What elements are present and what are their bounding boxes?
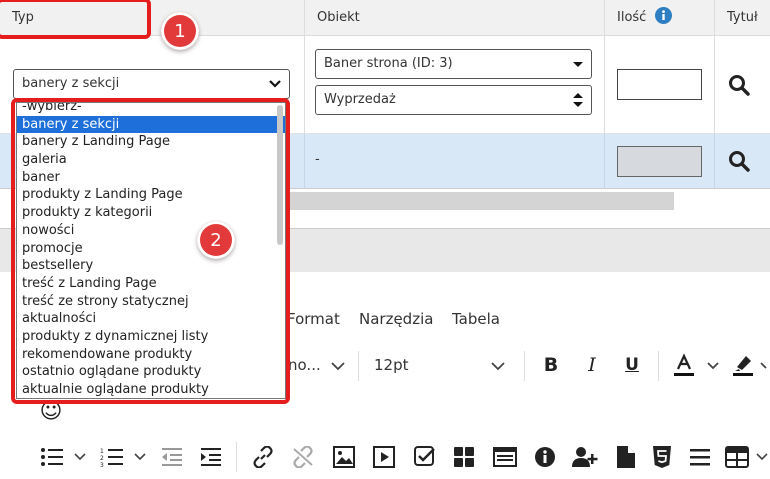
ilosc-input[interactable]: [617, 69, 702, 100]
html5-icon[interactable]: [652, 445, 672, 469]
add-user-icon[interactable]: [572, 446, 598, 468]
editor-toolbar-secondary: 1 2 3: [0, 434, 770, 479]
chevron-down-icon[interactable]: [755, 452, 769, 462]
menu-tabela[interactable]: Tabela: [452, 310, 500, 328]
info-icon[interactable]: [655, 7, 673, 24]
caret-down-icon: [573, 62, 583, 67]
link-icon[interactable]: [251, 446, 275, 468]
menu-format[interactable]: Format: [287, 310, 340, 328]
outdent-icon[interactable]: [160, 447, 184, 467]
search-icon[interactable]: [728, 150, 750, 172]
obiekt-sub-select[interactable]: Wyprzedaż: [315, 85, 592, 115]
typ-select-value: banery z sekcji: [22, 76, 120, 91]
menu-narzedzia[interactable]: Narzędzia: [359, 310, 433, 328]
ilosc-input-disabled: [617, 146, 702, 177]
media-icon[interactable]: [373, 446, 395, 468]
chevron-down-icon[interactable]: [133, 452, 147, 462]
image-icon[interactable]: [333, 446, 355, 468]
annotation-badge-1: 1: [161, 12, 199, 50]
underline-icon[interactable]: U: [620, 352, 644, 378]
bullet-list-icon[interactable]: [40, 447, 64, 467]
chevron-down-icon[interactable]: [73, 452, 87, 462]
obiekt-select-value: Baner strona (ID: 3): [324, 56, 453, 71]
info-circle-icon[interactable]: [534, 446, 556, 468]
indent-icon[interactable]: [199, 447, 223, 467]
chevron-down-icon[interactable]: [760, 360, 770, 372]
chevron-down-icon[interactable]: [490, 360, 506, 372]
italic-icon[interactable]: I: [580, 352, 604, 378]
font-family-select[interactable]: no...: [288, 356, 321, 374]
search-icon[interactable]: [728, 74, 750, 96]
annotation-box-2: [11, 98, 290, 404]
align-justify-icon[interactable]: [689, 447, 711, 467]
column-header-obiekt[interactable]: Obiekt: [304, 0, 604, 36]
document-icon[interactable]: [616, 445, 636, 469]
bold-icon[interactable]: B: [539, 352, 563, 378]
typ-select[interactable]: banery z sekcji: [13, 69, 290, 99]
svg-text:3: 3: [100, 462, 104, 467]
font-size-select[interactable]: 12pt: [374, 356, 409, 374]
unlink-icon[interactable]: [291, 446, 315, 468]
highlight-color-icon[interactable]: [731, 352, 755, 378]
svg-text:1: 1: [100, 448, 104, 455]
numbered-list-icon[interactable]: 1 2 3: [100, 447, 124, 467]
chevron-down-icon[interactable]: [706, 360, 720, 372]
column-header-ilosc-label: Ilość: [617, 10, 647, 25]
updown-caret-icon: [573, 93, 583, 107]
chevron-down-icon[interactable]: [330, 360, 346, 372]
annotation-box-1: [0, 0, 151, 39]
grid-icon[interactable]: [453, 446, 475, 468]
column-header-ilosc[interactable]: Ilość: [604, 0, 714, 36]
obiekt-sub-select-value: Wyprzedaż: [324, 92, 396, 107]
table-icon[interactable]: [725, 446, 749, 468]
svg-text:2: 2: [100, 455, 104, 462]
obiekt-select[interactable]: Baner strona (ID: 3): [315, 49, 592, 79]
column-header-tytul[interactable]: Tytuł: [714, 0, 770, 36]
chevron-down-icon: [269, 80, 281, 88]
text-color-icon[interactable]: [672, 352, 696, 378]
annotation-badge-2: 2: [197, 221, 235, 259]
obiekt-cell: -: [315, 152, 320, 167]
checkbox-icon[interactable]: [414, 446, 436, 468]
template-icon[interactable]: [493, 447, 517, 467]
